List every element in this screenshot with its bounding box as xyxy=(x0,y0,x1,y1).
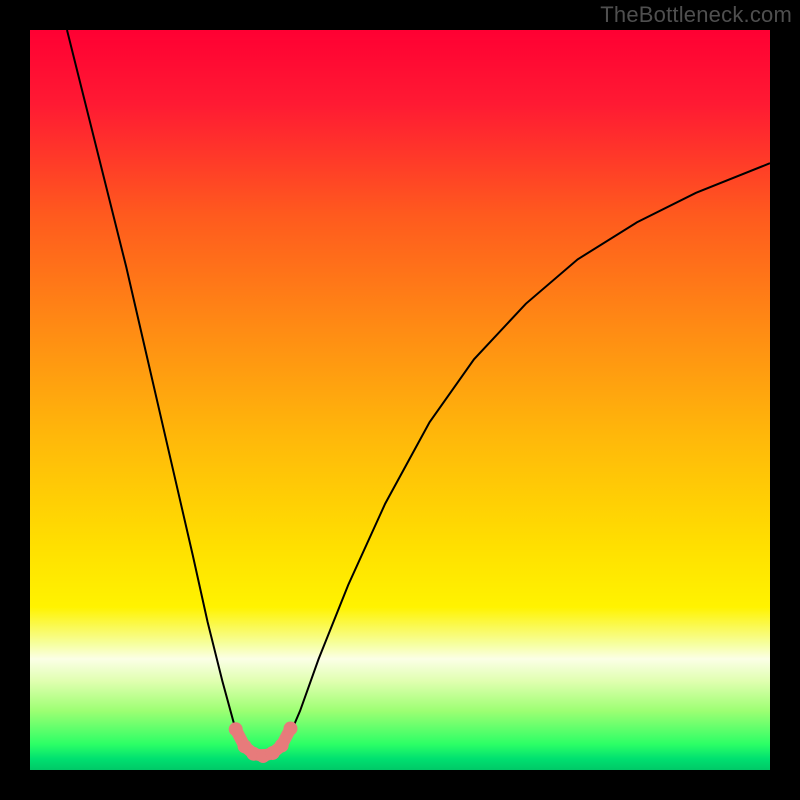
watermark-text: TheBottleneck.com xyxy=(600,2,792,28)
chart-stage: TheBottleneck.com xyxy=(0,0,800,800)
marker-valley-markers-6 xyxy=(283,722,297,736)
marker-valley-markers-5 xyxy=(275,739,289,753)
plot-background xyxy=(30,30,770,770)
marker-valley-markers-0 xyxy=(229,722,243,736)
bottleneck-plot xyxy=(30,30,770,770)
